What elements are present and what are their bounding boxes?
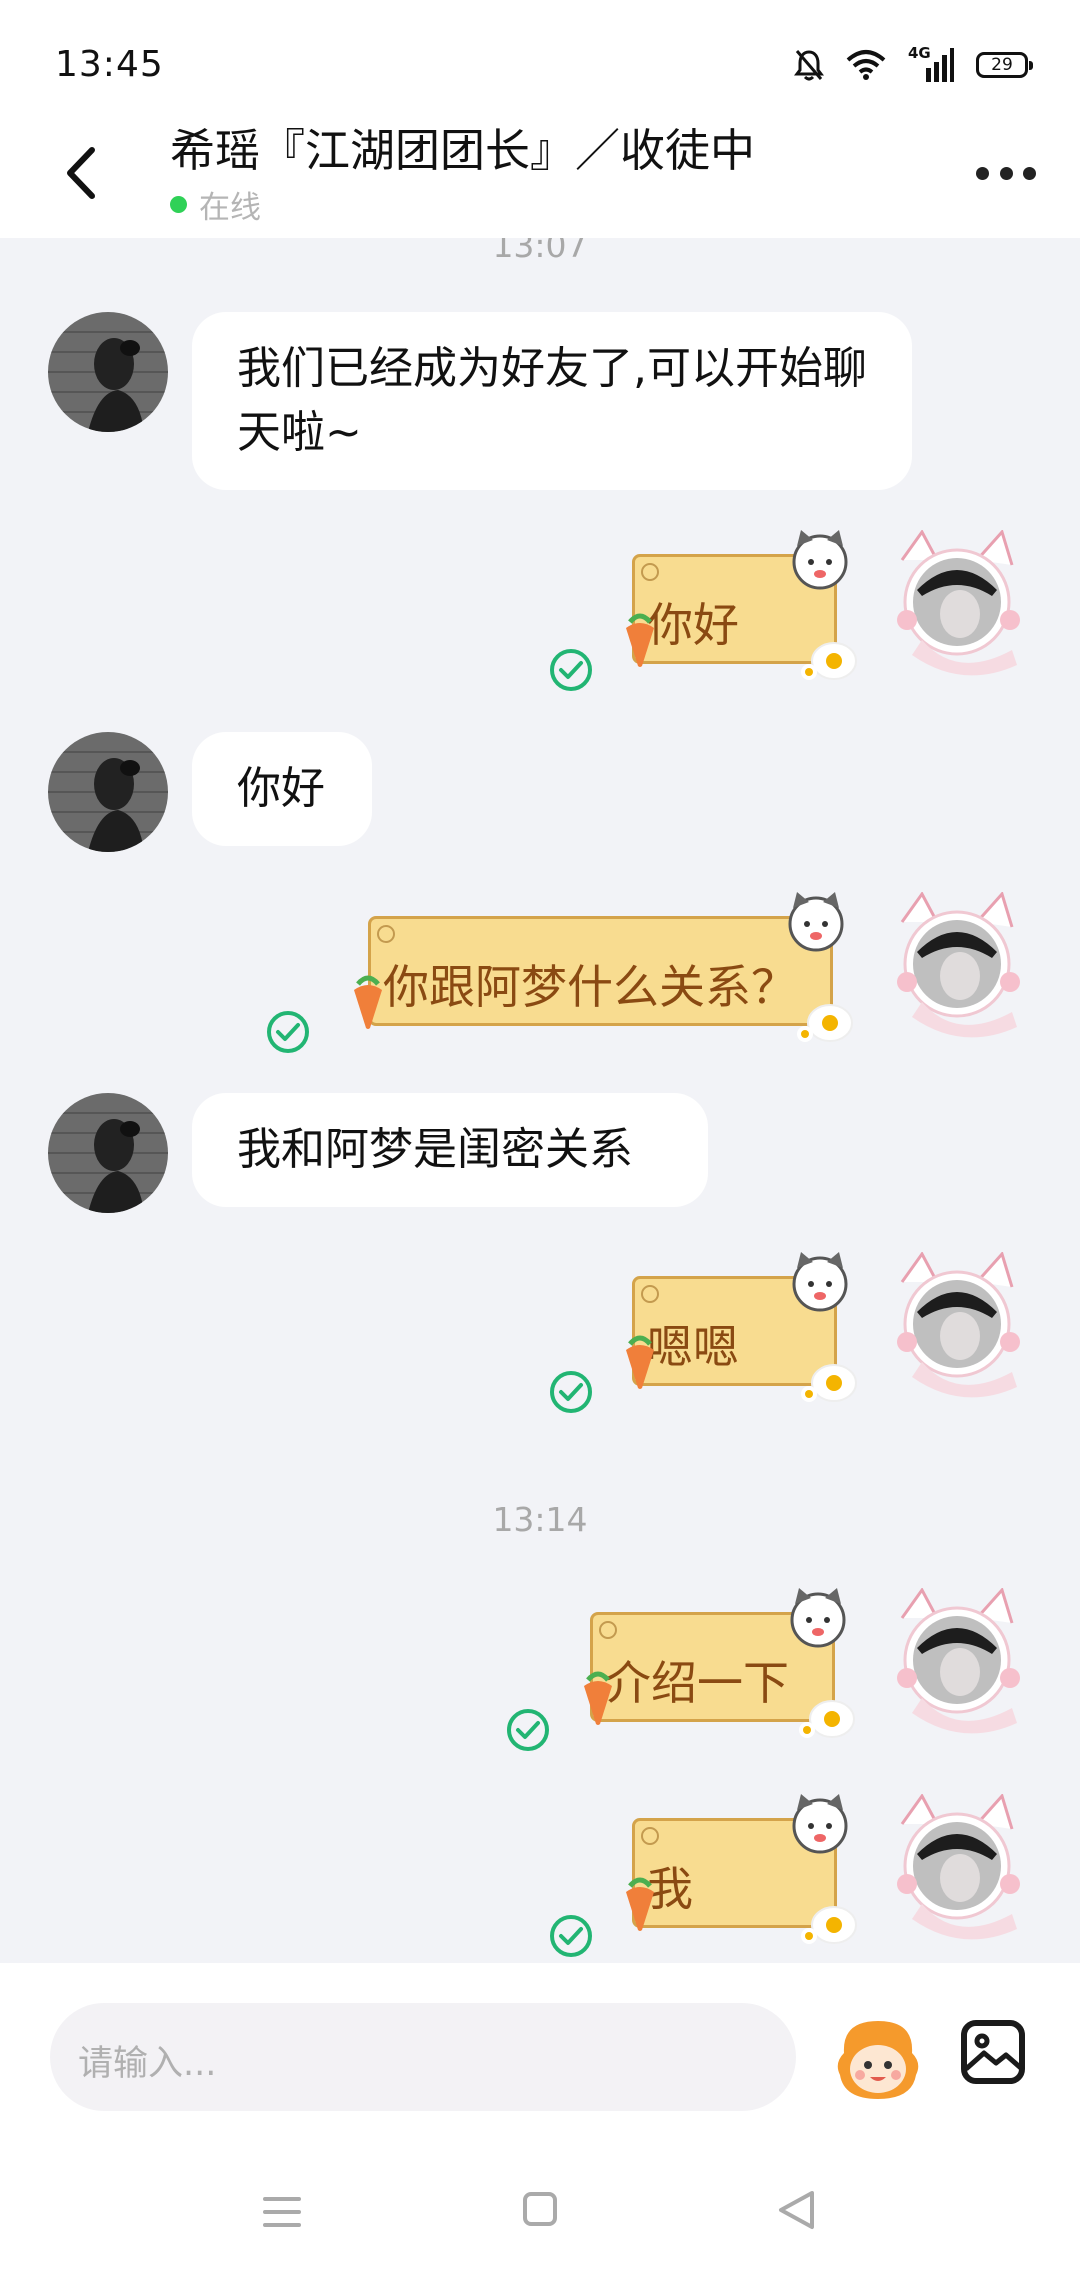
cat-icon [790, 1588, 846, 1648]
chat-area[interactable]: 13:07 我们已经成为好友了,可以开始聊天啦~ 你好 你好 你跟阿梦什么关系？… [0, 238, 1080, 1963]
sticker-text: 介绍一下 [605, 1656, 789, 1710]
battery-level: 29 [991, 55, 1013, 75]
sticker-text: 嗯嗯 [647, 1320, 739, 1374]
online-dot-icon [170, 196, 187, 213]
carrot-icon [626, 1335, 654, 1389]
sticker-message[interactable]: 介绍一下 [584, 1588, 855, 1744]
message-bubble[interactable]: 我们已经成为好友了,可以开始聊天啦~ [192, 312, 912, 490]
message-bubble[interactable]: 你好 [192, 732, 372, 846]
my-avatar[interactable] [882, 891, 1032, 1042]
nav-back-icon[interactable] [776, 2189, 816, 2231]
egg-icon [797, 1004, 853, 1042]
battery-icon: 29 [976, 52, 1033, 78]
contact-avatar[interactable] [48, 1093, 168, 1213]
my-avatar[interactable] [882, 1793, 1032, 1944]
sticker-message[interactable]: 嗯嗯 [626, 1252, 857, 1408]
sticker-text: 你跟阿梦什么关系？ [383, 960, 797, 1014]
message-input[interactable]: 请输入... [50, 2003, 796, 2111]
message-bubble[interactable]: 我和阿梦是闺密关系 [192, 1093, 708, 1207]
input-placeholder: 请输入... [78, 2044, 217, 2084]
sticker-text: 你好 [647, 598, 739, 652]
timestamp: 13:07 [492, 238, 588, 265]
egg-icon [801, 642, 857, 680]
contact-name: 希瑶『江湖团团长』／收徒中 [170, 124, 756, 177]
image-icon[interactable] [960, 2019, 1026, 2085]
read-check-icon [549, 648, 593, 692]
sticker-message[interactable]: 你好 [626, 530, 857, 686]
egg-icon [799, 1700, 855, 1738]
sticker-message[interactable]: 你跟阿梦什么关系？ [354, 892, 853, 1048]
signal-icon: 4G [908, 44, 954, 82]
my-avatar[interactable] [882, 1587, 1032, 1738]
carrot-icon [626, 613, 654, 667]
online-label: 在线 [199, 190, 261, 226]
carrot-icon [354, 975, 382, 1029]
status-icons: 4G 29 [794, 44, 1033, 82]
timestamp: 13:14 [492, 1500, 588, 1539]
cat-icon [788, 892, 844, 952]
cat-icon [792, 530, 848, 590]
mute-icon [794, 50, 824, 81]
cat-icon [792, 1252, 848, 1312]
my-avatar[interactable] [882, 529, 1032, 680]
nav-home-icon[interactable] [522, 2191, 558, 2227]
read-check-icon [549, 1370, 593, 1414]
wifi-icon [846, 50, 886, 80]
carrot-icon [626, 1877, 654, 1931]
back-icon[interactable] [58, 138, 108, 208]
sticker-message[interactable]: 我 [626, 1794, 857, 1950]
input-bar: 请输入... [0, 1963, 1080, 2280]
egg-icon [801, 1364, 857, 1402]
chat-header: 希瑶『江湖团团长』／收徒中 在线 [0, 120, 1080, 238]
status-bar: 13:45 4G 29 [0, 0, 1080, 120]
carrot-icon [584, 1671, 612, 1725]
read-check-icon [549, 1914, 593, 1958]
egg-icon [801, 1906, 857, 1944]
online-status: 在线 [170, 182, 261, 227]
contact-avatar[interactable] [48, 312, 168, 432]
read-check-icon [266, 1010, 310, 1054]
more-icon[interactable] [976, 158, 1036, 188]
my-avatar[interactable] [882, 1251, 1032, 1402]
contact-avatar[interactable] [48, 732, 168, 852]
read-check-icon [506, 1708, 550, 1752]
cat-icon [792, 1794, 848, 1854]
nav-menu-icon[interactable] [262, 2195, 302, 2229]
emoji-icon[interactable] [832, 2013, 924, 2105]
status-time: 13:45 [55, 44, 164, 85]
